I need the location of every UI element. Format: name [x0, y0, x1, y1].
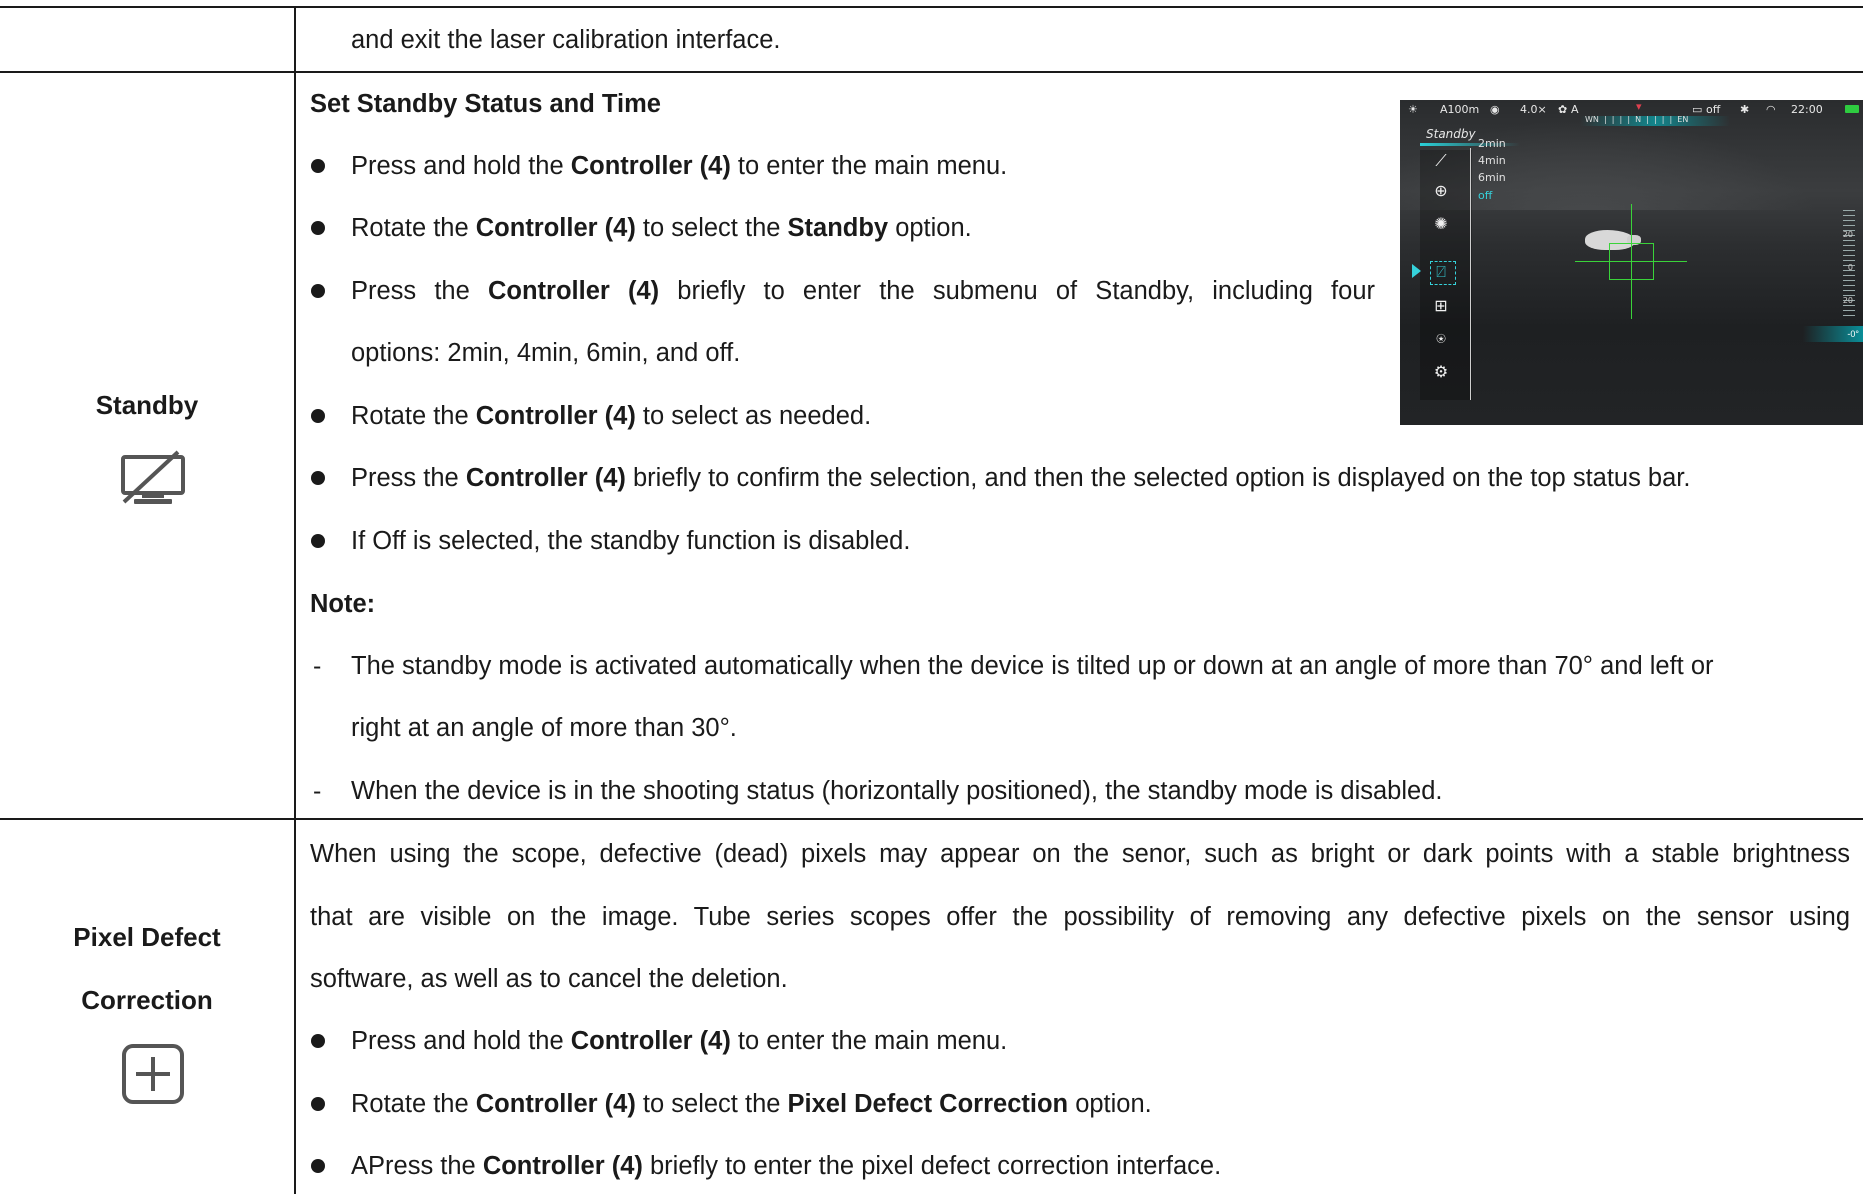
row-divider-standby — [0, 71, 1863, 73]
bullet — [311, 409, 325, 423]
bullet — [311, 534, 325, 548]
standby-step-2: Rotate the Controller (4) to select the … — [351, 214, 972, 242]
pixel-step-3: APress the Controller (4) briefly to ent… — [351, 1152, 1222, 1180]
scale-label: 20 — [1842, 296, 1853, 305]
dash: - — [313, 652, 322, 680]
pixel-defect-icon: ⊞ — [1434, 296, 1448, 315]
standby-step-3: Press the Controller (4) briefly to ente… — [351, 277, 1375, 305]
navigation-icon: ⍟ — [1436, 329, 1446, 348]
settings-gear-icon: ⚙ — [1433, 362, 1449, 381]
bullet — [311, 1097, 325, 1111]
row-divider-pixel-defect — [0, 818, 1863, 820]
pixel-step-2: Rotate the Controller (4) to select the … — [351, 1090, 1152, 1118]
note-2: When the device is in the shooting statu… — [351, 777, 1443, 805]
calibration-mode: A — [1571, 103, 1579, 116]
option-4min: 4min — [1478, 154, 1506, 167]
continued-text: and exit the laser calibration interface… — [351, 26, 781, 54]
pixel-defect-label-line-2: Correction — [81, 985, 213, 1015]
standby-status: off — [1706, 103, 1721, 116]
option-2min: 2min — [1478, 137, 1506, 150]
range-readout: A100m — [1440, 103, 1480, 116]
standby-label: Standby — [95, 390, 199, 420]
option-off: off — [1478, 189, 1493, 202]
standby-monitor-icon — [121, 450, 185, 504]
dash: - — [313, 777, 322, 805]
bullet — [311, 284, 325, 298]
bullet — [311, 1034, 325, 1048]
zoom-readout: 4.0× — [1520, 103, 1547, 116]
sun-icon: ☀ — [1408, 103, 1418, 116]
selection-arrow-icon — [1412, 264, 1421, 278]
compass-marker-icon: ▾ — [1636, 100, 1642, 113]
eye-icon: ◉ — [1490, 103, 1500, 116]
bluetooth-icon: ✱ — [1740, 103, 1750, 116]
menu-title: Standby — [1426, 127, 1476, 141]
pixel-intro-line-1: When using the scope, defective (dead) p… — [310, 840, 1850, 868]
column-divider — [294, 6, 296, 1194]
device-screen-image: ☀ A100m ◉ 4.0× ✿ A ▾ ▭ off ✱ ◠ 22:00 WN … — [1400, 100, 1863, 425]
standby-step-6: If Off is selected, the standby function… — [351, 527, 911, 555]
pixel-step-1: Press and hold the Controller (4) to ent… — [351, 1027, 1008, 1055]
note-1-line-2: right at an angle of more than 30°. — [351, 714, 737, 742]
calibration-icon: ✿ — [1558, 103, 1568, 116]
pixel-intro-line-2: that are visible on the image. Tube seri… — [310, 903, 1850, 931]
standby-step-1: Press and hold the Controller (4) to ent… — [351, 152, 1008, 180]
bullet — [311, 159, 325, 173]
pixel-intro-line-3: software, as well as to cancel the delet… — [310, 965, 788, 993]
battery-icon — [1845, 105, 1859, 113]
note-label: Note: — [310, 590, 376, 618]
scale-label: 0 — [1847, 263, 1853, 272]
table-top-border — [0, 6, 1863, 8]
bullet — [311, 221, 325, 235]
pixel-defect-label-line-1: Pixel Defect — [73, 922, 221, 952]
compass-labels: WN | | | | N | | | | EN — [1585, 115, 1689, 124]
standby-status-icon: ▭ — [1692, 103, 1703, 116]
standby-step-3-continued: options: 2min, 4min, 6min, and off. — [351, 339, 741, 367]
reticle-box — [1609, 243, 1654, 280]
option-6min: 6min — [1478, 171, 1506, 184]
scale-label: 20 — [1842, 230, 1853, 239]
standby-icon: ⍁ — [1436, 262, 1446, 281]
bullet — [311, 1159, 325, 1173]
standby-step-5: Press the Controller (4) briefly to conf… — [351, 464, 1691, 492]
rifle-icon: ⟋ — [1435, 151, 1447, 170]
wifi-icon: ◠ — [1766, 103, 1776, 116]
menu-separator — [1470, 148, 1471, 400]
note-1-line-1: The standby mode is activated automatica… — [351, 652, 1714, 680]
standby-heading: Set Standby Status and Time — [310, 90, 661, 118]
angle-readout: -0° — [1803, 326, 1863, 342]
plus-square-icon — [122, 1044, 184, 1104]
clock-readout: 22:00 — [1791, 103, 1823, 116]
brightness-icon: ✺ — [1434, 214, 1448, 233]
crosshair-icon: ⊕ — [1434, 181, 1448, 200]
bullet — [311, 471, 325, 485]
standby-step-4: Rotate the Controller (4) to select as n… — [351, 402, 872, 430]
